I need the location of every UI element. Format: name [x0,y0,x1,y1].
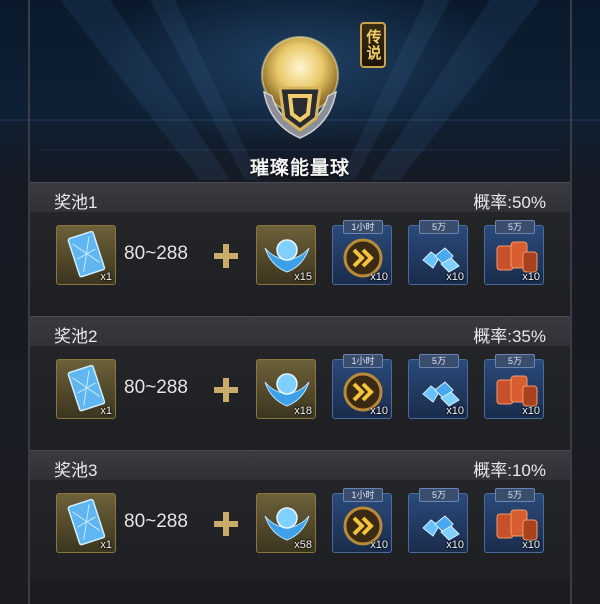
item-count: x18 [294,405,312,417]
pool-name: 奖池3 [54,461,98,480]
pool-header: 奖池1 概率:50% [30,182,570,213]
pool-items: x1 80~288 x18 1小时 x10 5万 x10 5万 x10 [30,346,570,450]
plus-icon [214,244,238,268]
rarity-tag: 传说 [360,22,386,68]
item-count: x1 [100,405,112,417]
reward-pool-screen: 传说 璀璨能量球 奖池1 概率:50% x1 80~288 x15 1小时 x1… [0,0,600,604]
reward-slot-card[interactable]: x1 [56,493,116,553]
reward-slot-emblem[interactable]: x18 [256,359,316,419]
reward-slot-speedup[interactable]: 1小时 x10 [332,354,392,419]
reward-slot-oil[interactable]: 5万 x10 [484,220,544,285]
item-count: x15 [294,271,312,283]
item-count: x10 [370,539,388,551]
pool-rate: 概率:35% [473,327,546,346]
reward-slot-crystals[interactable]: 5万 x10 [408,220,468,285]
item-count: x10 [522,405,540,417]
item-count: x10 [370,405,388,417]
reward-slot-speedup[interactable]: 1小时 x10 [332,488,392,553]
reward-slot-oil[interactable]: 5万 x10 [484,488,544,553]
reward-range: 80~288 [124,377,188,398]
pool-name: 奖池2 [54,327,98,346]
item-count: x10 [446,405,464,417]
reward-slot-emblem[interactable]: x58 [256,493,316,553]
reward-slot-oil[interactable]: 5万 x10 [484,354,544,419]
reward-range: 80~288 [124,511,188,532]
item-count: x58 [294,539,312,551]
pool-header: 奖池3 概率:10% [30,450,570,481]
pool-rate: 概率:10% [473,461,546,480]
item-count: x1 [100,539,112,551]
item-count: x10 [370,271,388,283]
plus-icon [214,378,238,402]
item-count: x1 [100,271,112,283]
reward-range: 80~288 [124,243,188,264]
pool-rate: 概率:50% [473,193,546,212]
panel-footer [30,580,570,604]
pool-name: 奖池1 [54,193,98,212]
reward-slot-speedup[interactable]: 1小时 x10 [332,220,392,285]
reward-pool-3: 奖池3 概率:10% x1 80~288 x58 1小时 x10 5万 x10 … [30,450,570,584]
reward-slot-card[interactable]: x1 [56,225,116,285]
reward-slot-crystals[interactable]: 5万 x10 [408,354,468,419]
pool-header: 奖池2 概率:35% [30,316,570,347]
reward-pool-2: 奖池2 概率:35% x1 80~288 x18 1小时 x10 5万 x10 … [30,316,570,450]
reward-pool-1: 奖池1 概率:50% x1 80~288 x15 1小时 x10 5万 x10 … [30,182,570,316]
reward-slot-card[interactable]: x1 [56,359,116,419]
reward-slot-emblem[interactable]: x15 [256,225,316,285]
item-count: x10 [446,539,464,551]
item-count: x10 [522,271,540,283]
item-name-title: 璀璨能量球 [249,158,350,179]
item-count: x10 [522,539,540,551]
pool-items: x1 80~288 x15 1小时 x10 5万 x10 5万 x10 [30,212,570,316]
reward-slot-crystals[interactable]: 5万 x10 [408,488,468,553]
energy-orb-emblem-icon [261,36,339,139]
plus-icon [214,512,238,536]
pool-items: x1 80~288 x58 1小时 x10 5万 x10 5万 x10 [30,480,570,584]
item-count: x10 [446,271,464,283]
